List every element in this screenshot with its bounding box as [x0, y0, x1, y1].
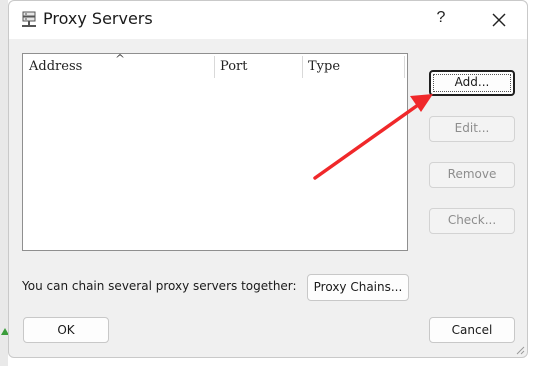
remove-button[interactable]: Remove	[429, 162, 515, 188]
column-divider[interactable]	[302, 56, 303, 78]
ok-button[interactable]: OK	[23, 317, 109, 343]
proxy-servers-dialog: Proxy Servers ? Address ^ Port Type Add.…	[8, 0, 528, 358]
column-header-port[interactable]: Port	[220, 59, 248, 74]
title-bar: Proxy Servers ?	[9, 1, 527, 39]
column-divider[interactable]	[214, 56, 215, 78]
dialog-title: Proxy Servers	[43, 9, 153, 28]
check-button[interactable]: Check...	[429, 208, 515, 234]
column-header-address[interactable]: Address	[29, 59, 82, 74]
chain-description-label: You can chain several proxy servers toge…	[22, 279, 297, 293]
proxy-chains-button[interactable]: Proxy Chains...	[307, 274, 409, 301]
help-button[interactable]: ?	[431, 9, 451, 31]
resize-grip-icon[interactable]	[515, 345, 525, 355]
focus-rectangle	[433, 74, 511, 92]
column-divider[interactable]	[404, 56, 405, 78]
proxy-list[interactable]: Address ^ Port Type	[22, 52, 408, 251]
server-icon	[22, 11, 36, 27]
column-header-type[interactable]: Type	[308, 59, 340, 74]
close-icon[interactable]	[489, 10, 509, 30]
cancel-button[interactable]: Cancel	[429, 317, 515, 343]
add-button[interactable]: Add...	[429, 70, 515, 96]
edit-button[interactable]: Edit...	[429, 116, 515, 142]
list-header: Address ^ Port Type	[23, 52, 407, 80]
sort-ascending-icon: ^	[115, 52, 126, 66]
background-window-edge	[0, 0, 9, 366]
